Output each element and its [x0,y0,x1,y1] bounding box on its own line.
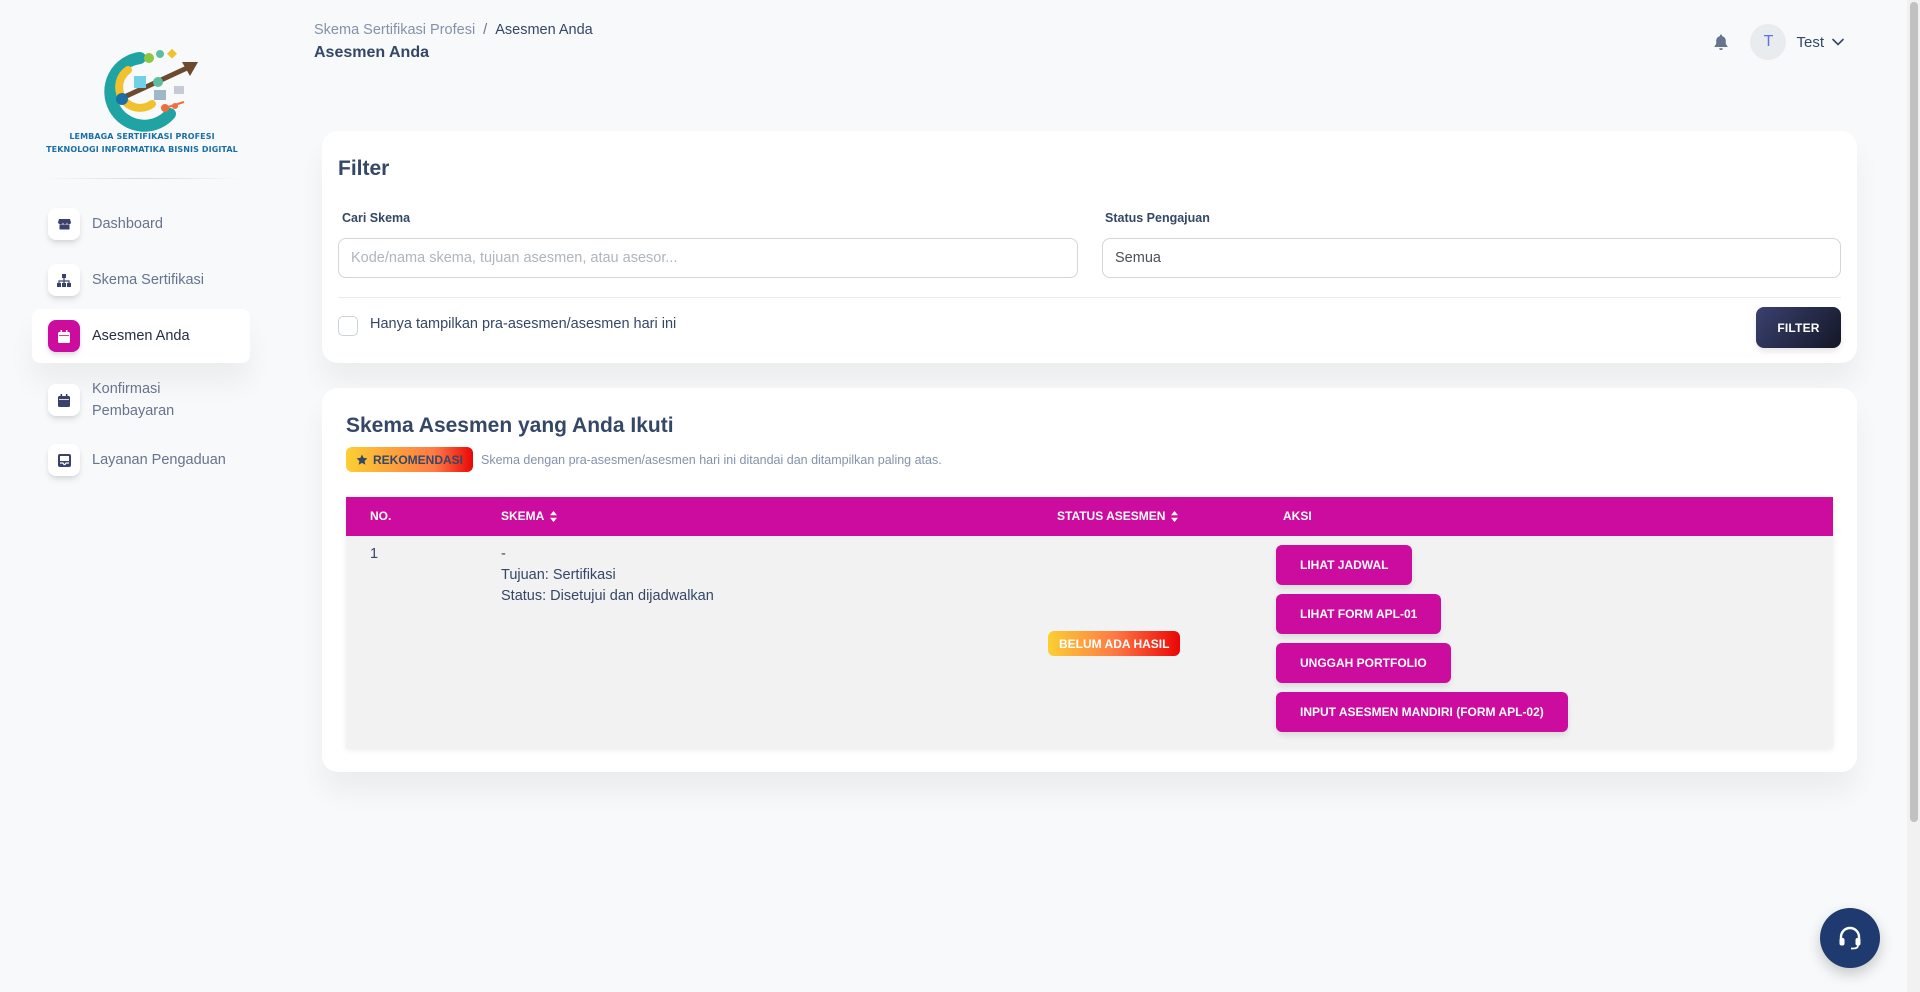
avatar[interactable]: T [1750,24,1787,60]
schema-table: NO. SKEMA STATUS ASESMEN AKSI 1 - Tujuan… [346,497,1833,748]
schema-section-title: Skema Asesmen yang Anda Ikuti [346,414,674,437]
logo-text: LEMBAGA SERTIFIKASI PROFESI TEKNOLOGI IN… [42,130,242,156]
column-header-no: NO. [370,509,391,523]
headset-icon [1837,925,1863,951]
breadcrumb-separator: / [483,22,488,38]
filter-button[interactable]: FILTER [1756,307,1841,348]
recommendation-note: Skema dengan pra-asesmen/asesmen hari in… [481,452,942,467]
lihat-form-apl01-button[interactable]: LIHAT FORM APL-01 [1276,594,1442,634]
input-asesmen-mandiri-button[interactable]: INPUT ASESMEN MANDIRI (FORM APL-02) [1276,692,1568,732]
today-only-label[interactable]: Hanya tampilkan pra-asesmen/asesmen hari… [370,316,676,332]
column-header-skema[interactable]: SKEMA [501,509,558,523]
inbox-icon [48,444,80,476]
sidebar: LEMBAGA SERTIFIKASI PROFESI TEKNOLOGI IN… [0,0,282,992]
sidebar-item-label-line-1: Konfirmasi [92,381,161,397]
breadcrumb-parent-link[interactable]: Skema Sertifikasi Profesi [314,22,475,38]
sort-icon [1171,510,1179,522]
sitemap-icon [48,264,80,296]
shop-icon [48,208,80,240]
column-header-aksi-label: AKSI [1283,509,1312,523]
filter-card: Filter Cari Skema Status Pengajuan Semua… [322,131,1857,363]
page-title: Asesmen Anda [314,44,429,61]
logo-graphic [104,48,198,132]
table-header: NO. SKEMA STATUS ASESMEN AKSI [346,497,1833,536]
sidebar-item-label: Asesmen Anda [92,328,190,344]
user-name[interactable]: Test [1796,34,1824,51]
recommendation-badge: REKOMENDASI [346,447,474,472]
chevron-down-icon[interactable] [1832,38,1844,46]
sidebar-item-layanan-pengaduan[interactable]: Layanan Pengaduan [32,442,250,478]
logo-line-1: LEMBAGA SERTIFIKASI PROFESI [69,132,215,141]
row-status-text: Status: Disetujui dan dijadwalkan [501,588,714,604]
bell-icon[interactable] [1714,34,1728,50]
search-label: Cari Skema [342,211,411,225]
star-icon [356,454,368,466]
calendar-icon [48,384,80,416]
sidebar-divider [42,178,242,179]
sort-icon [550,510,558,522]
status-select[interactable]: Semua [1102,238,1841,278]
status-label: Status Pengajuan [1105,211,1210,225]
sidebar-item-konfirmasi-pembayaran[interactable]: Konfirmasi Pembayaran [32,374,250,426]
schema-card: Skema Asesmen yang Anda Ikuti REKOMENDAS… [322,388,1857,772]
column-header-no-label: NO. [370,509,392,523]
lsp-logo[interactable]: LEMBAGA SERTIFIKASI PROFESI TEKNOLOGI IN… [42,42,242,172]
unggah-portfolio-button[interactable]: UNGGAH PORTFOLIO [1276,643,1451,683]
lihat-jadwal-button[interactable]: LIHAT JADWAL [1276,545,1413,585]
breadcrumb-current: Asesmen Anda [495,22,593,38]
row-tujuan: Tujuan: Sertifikasi [501,567,616,583]
calendar-icon [48,320,80,352]
column-header-status-label: STATUS ASESMEN [1057,509,1166,523]
sidebar-item-label: Dashboard [92,216,163,232]
recommendation-legend: REKOMENDASI Skema dengan pra-asesmen/ase… [346,447,942,472]
column-header-aksi: AKSI [1283,509,1312,523]
sidebar-item-label: Konfirmasi Pembayaran [92,378,174,422]
sidebar-item-label: Layanan Pengaduan [92,452,226,468]
sidebar-item-asesmen-anda[interactable]: Asesmen Anda [32,309,250,363]
column-header-status[interactable]: STATUS ASESMEN [1057,509,1179,523]
scrollbar-thumb[interactable] [1910,2,1918,822]
sidebar-item-dashboard[interactable]: Dashboard [32,206,250,242]
filter-divider [338,297,1841,298]
user-menu-area: T Test [1714,24,1844,60]
row-number: 1 [370,546,379,562]
row-skema-cell: - Tujuan: Sertifikasi Status: Disetujui … [501,544,714,607]
search-input[interactable] [338,238,1078,278]
sidebar-item-skema-sertifikasi[interactable]: Skema Sertifikasi [32,262,250,298]
row-skema-name: - [501,546,506,562]
column-header-skema-label: SKEMA [501,509,545,523]
logo-line-2: TEKNOLOGI INFORMATIKA BISNIS DIGITAL [46,145,238,154]
status-badge: BELUM ADA HASIL [1048,631,1181,656]
breadcrumb: Skema Sertifikasi Profesi / Asesmen Anda [314,22,593,38]
filter-title: Filter [338,157,390,180]
sidebar-item-label-line-2: Pembayaran [92,403,175,419]
today-only-checkbox[interactable] [338,316,358,336]
help-chat-button[interactable] [1820,908,1880,968]
status-select-value: Semua [1115,250,1161,266]
recommendation-badge-label: REKOMENDASI [373,452,464,467]
sidebar-item-label: Skema Sertifikasi [92,272,205,288]
